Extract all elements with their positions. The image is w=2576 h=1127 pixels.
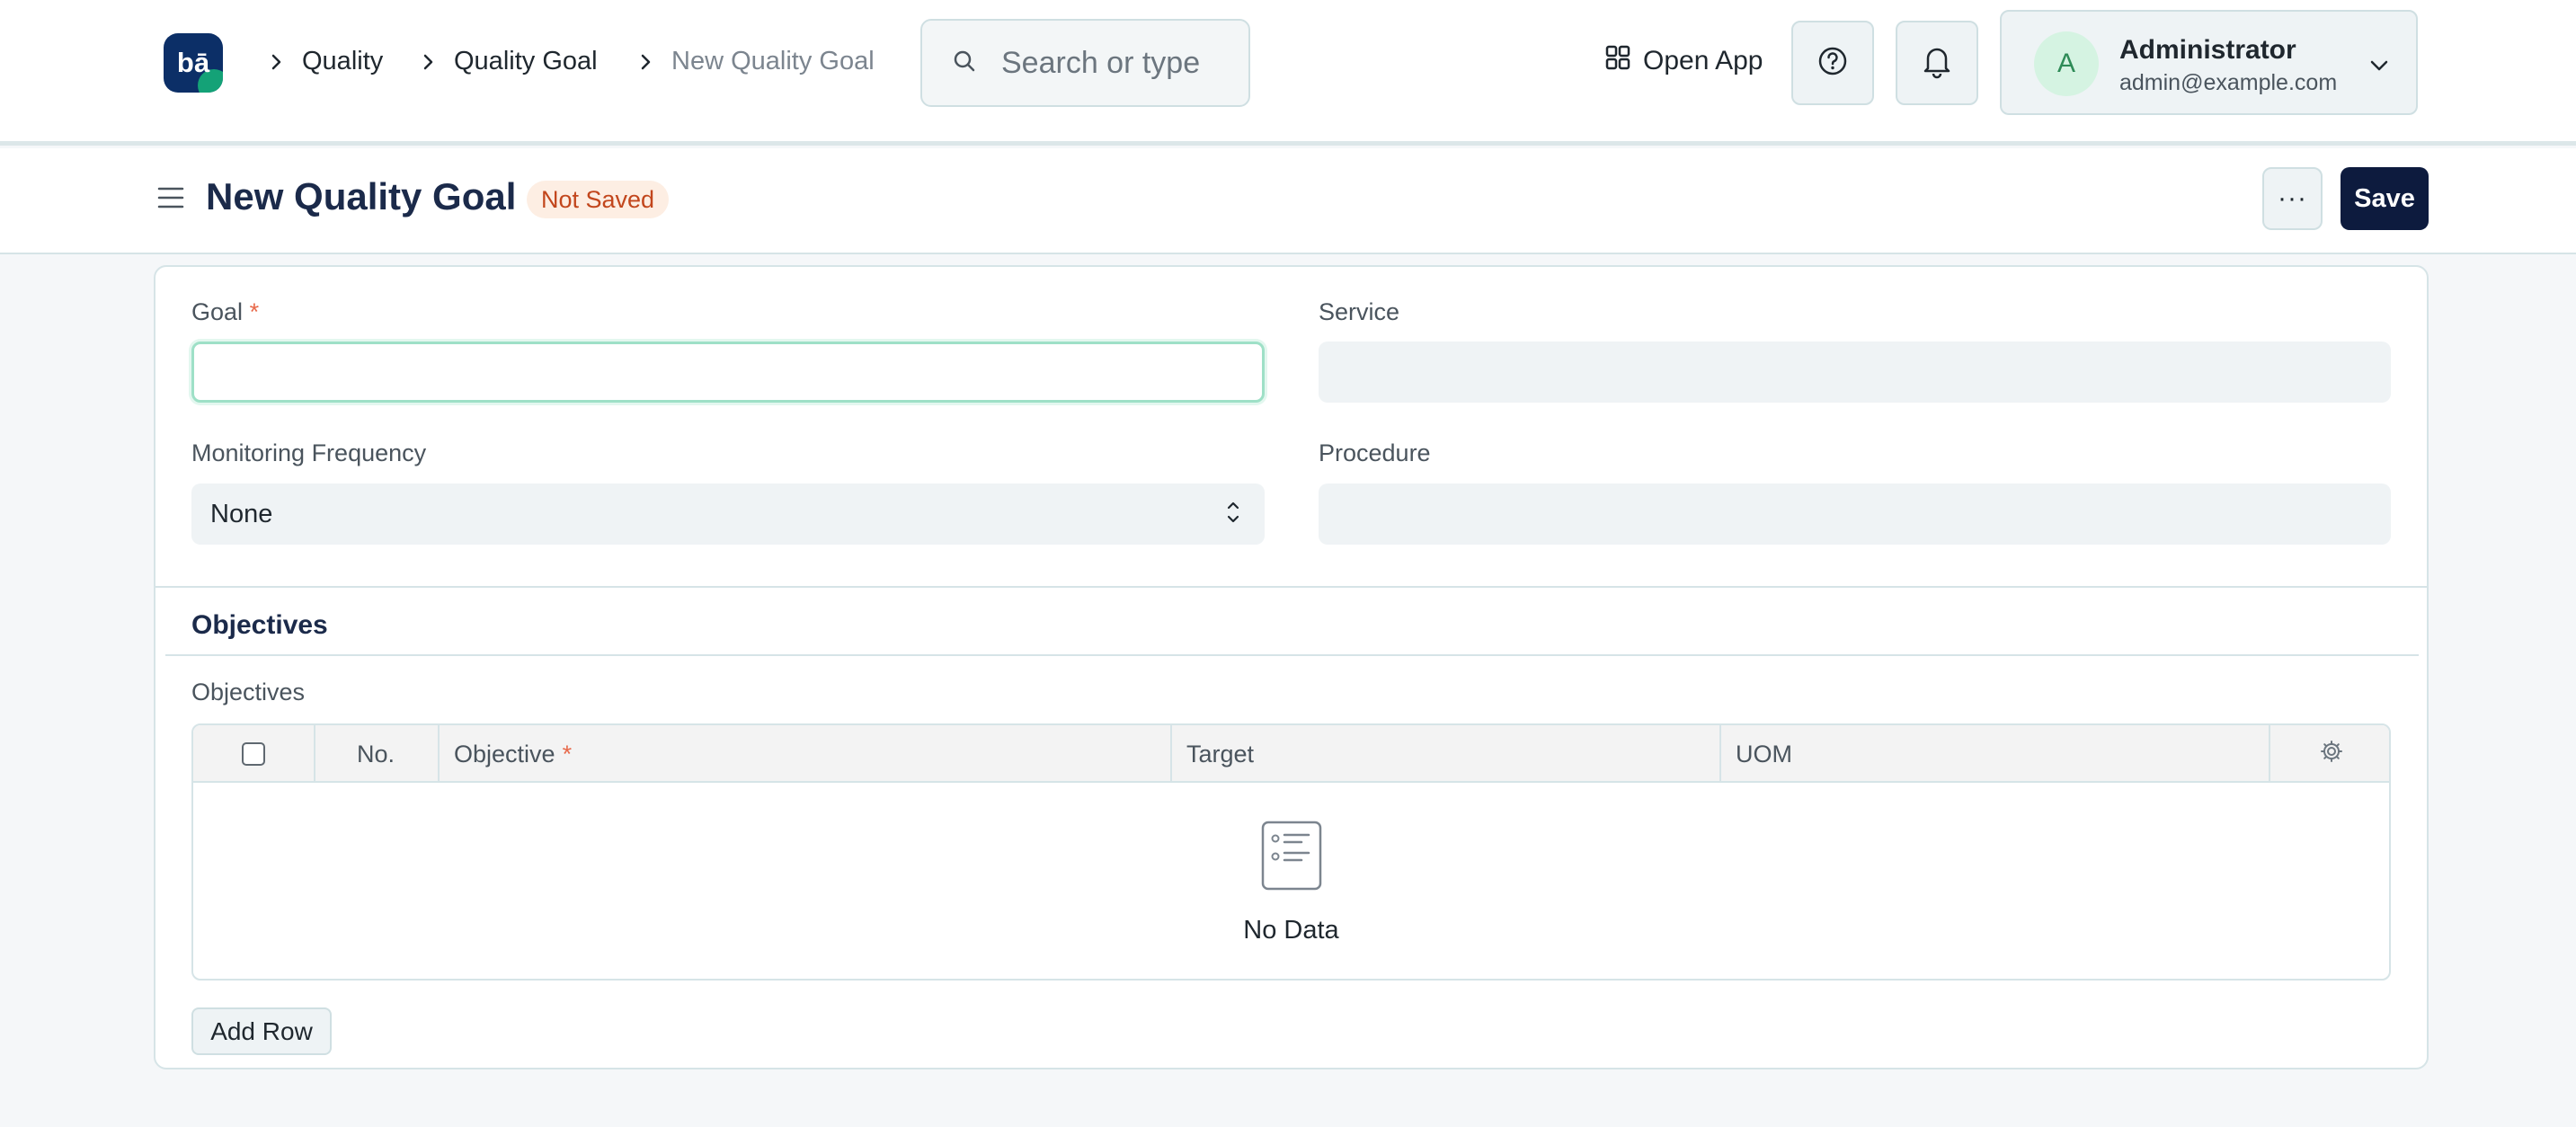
- column-header-target: Target: [1172, 725, 1721, 783]
- column-header-no: No.: [315, 725, 440, 783]
- add-row-button[interactable]: Add Row: [191, 1007, 332, 1055]
- monitoring-frequency-select[interactable]: None: [191, 484, 1265, 545]
- procedure-label: Procedure: [1319, 439, 1431, 466]
- column-label: Objective: [454, 740, 555, 768]
- select-arrows-icon: [1225, 496, 1241, 536]
- empty-state: No Data: [193, 785, 2389, 979]
- search-icon: [951, 48, 978, 79]
- chevron-right-icon: [266, 52, 286, 72]
- section-divider: [155, 586, 2427, 588]
- goal-input[interactable]: [191, 342, 1265, 403]
- save-button[interactable]: Save: [2341, 167, 2429, 230]
- app-logo[interactable]: bā: [164, 33, 223, 93]
- help-button[interactable]: [1791, 21, 1874, 105]
- logo-text: bā: [176, 47, 210, 78]
- required-mark: *: [562, 740, 573, 768]
- empty-state-text: No Data: [1243, 916, 1339, 945]
- breadcrumb-label: Quality Goal: [454, 47, 598, 75]
- goal-label: Goal *: [191, 298, 259, 326]
- gear-icon[interactable]: [2319, 739, 2344, 770]
- breadcrumb-quality-goal[interactable]: Quality Goal: [418, 47, 598, 76]
- search-input[interactable]: [1001, 45, 1244, 81]
- required-mark: *: [249, 298, 260, 325]
- notifications-button[interactable]: [1896, 21, 1978, 105]
- service-input[interactable]: [1319, 342, 2391, 403]
- bell-icon: [1920, 43, 1954, 84]
- monitoring-frequency-label: Monitoring Frequency: [191, 439, 427, 466]
- goal-label-text: Goal: [191, 298, 244, 325]
- objectives-table: No. Objective * Target UOM No Data: [191, 723, 2391, 981]
- table-header: No. Objective * Target UOM: [193, 725, 2389, 783]
- form-card: Goal * Service Monitoring Frequency None…: [154, 265, 2429, 1069]
- select-all-cell: [193, 725, 315, 783]
- breadcrumb-quality[interactable]: Quality: [266, 47, 383, 76]
- open-app-label: Open App: [1643, 46, 1763, 75]
- column-header-objective: Objective *: [440, 725, 1172, 783]
- breadcrumb-label: New Quality Goal: [671, 47, 875, 75]
- empty-list-icon: [1260, 820, 1323, 896]
- service-label: Service: [1319, 298, 1400, 325]
- chevron-down-icon: [2367, 53, 2392, 83]
- user-name: Administrator: [2119, 35, 2296, 65]
- page-title: New Quality Goal: [206, 175, 517, 217]
- chevron-right-icon: [418, 52, 438, 72]
- avatar: A: [2034, 31, 2099, 96]
- procedure-input[interactable]: [1319, 484, 2391, 545]
- breadcrumb-label: Quality: [302, 47, 384, 75]
- section-divider: [165, 654, 2419, 656]
- help-circle-icon: [1817, 45, 1849, 82]
- status-badge: Not Saved: [527, 181, 670, 218]
- user-email: admin@example.com: [2119, 70, 2338, 95]
- breadcrumb-current: New Quality Goal: [635, 47, 875, 76]
- column-header-uom: UOM: [1721, 725, 2270, 783]
- top-navbar: bā Quality Quality Goal New Quality Goal: [0, 0, 2576, 146]
- chevron-right-icon: [635, 52, 655, 72]
- objectives-table-label: Objectives: [191, 679, 306, 705]
- column-settings-cell: [2270, 725, 2389, 783]
- grid-icon: [1605, 45, 1643, 77]
- user-menu[interactable]: A Administrator admin@example.com: [2000, 10, 2418, 115]
- monitoring-frequency-value: None: [210, 499, 273, 528]
- open-app-button[interactable]: Open App: [1605, 45, 1763, 77]
- sidebar-toggle-icon[interactable]: [156, 184, 185, 216]
- more-actions-button[interactable]: ···: [2262, 167, 2323, 230]
- page-header: New Quality Goal Not Saved ··· Save: [0, 148, 2576, 254]
- select-all-checkbox[interactable]: [242, 742, 265, 766]
- section-title-objectives: Objectives: [191, 610, 328, 640]
- search-bar[interactable]: [920, 19, 1250, 107]
